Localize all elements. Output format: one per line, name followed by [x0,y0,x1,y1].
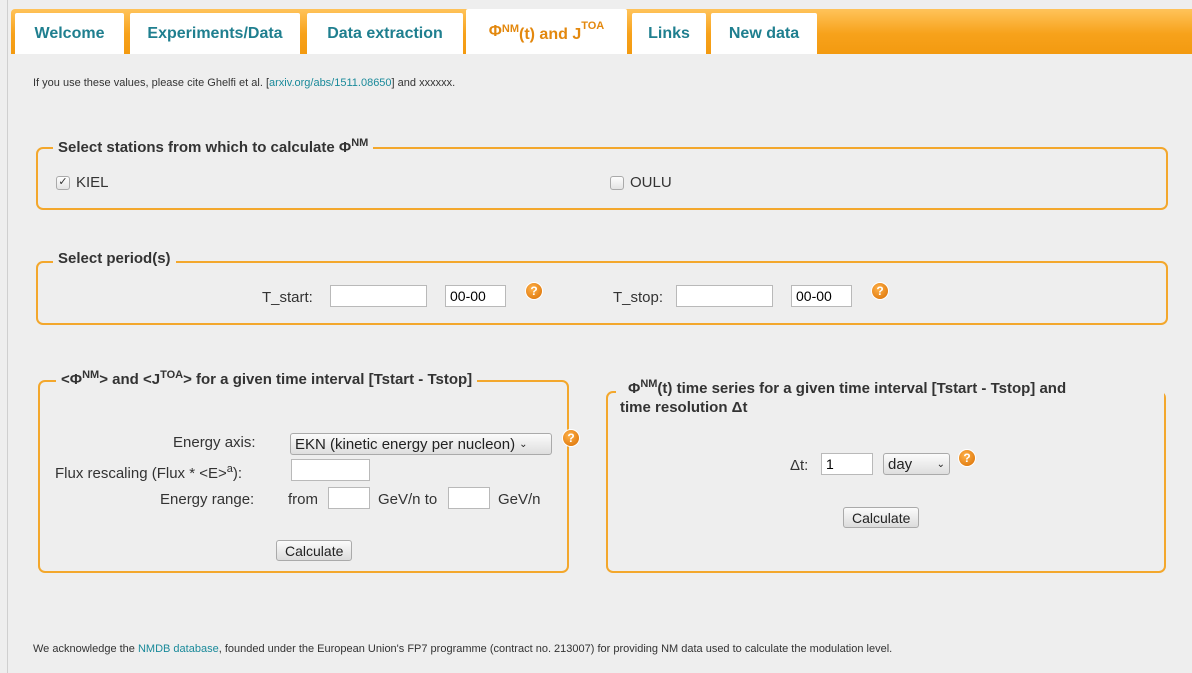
acknowledgement-text: We acknowledge the NMDB database, founde… [33,643,892,655]
chevron-down-icon: ⌄ [936,458,945,470]
energy-axis-select[interactable]: EKN (kinetic energy per nucleon) ⌄ [290,433,552,455]
stations-legend-sup: NM [351,137,369,149]
tstop-date-input[interactable] [676,285,773,307]
station-kiel[interactable]: ✓ KIEL [56,174,109,191]
series-legend-nm: NM [640,378,658,390]
series-calculate-button[interactable]: Calculate [843,507,920,528]
stations-fieldset [36,147,1168,210]
dt-label: Δt: [790,457,809,474]
series-fieldset [606,391,1166,573]
ack-suffix: , founded under the European Union's FP7… [218,643,893,655]
tstart-date-input[interactable] [330,285,427,307]
page-left-border [7,0,8,673]
oulu-checkbox[interactable] [610,175,624,190]
energy-from-input[interactable] [328,487,370,509]
unit-label: GeV/n [498,491,541,508]
interval-legend-c: > for a given time interval [Tstart - Ts… [183,371,473,388]
kiel-label: KIEL [76,174,109,191]
interval-legend: <ΦNM> and <JTOA> for a given time interv… [56,369,478,388]
oulu-label: OULU [630,174,672,191]
flux-rescaling-label: Flux rescaling (Flux * <E>a): [55,463,242,482]
series-legend-a: (t) time series for a given time interva… [657,380,1067,397]
citation-text: If you use these values, please cite Ghe… [33,77,455,89]
dt-unit-select[interactable]: day ⌄ [883,453,950,475]
series-legend: ΦNM(t) time series for a given time inte… [616,375,1164,417]
kiel-checkbox[interactable]: ✓ [56,175,70,190]
help-icon[interactable]: ? [563,430,579,446]
tab-label-toa: TOA [581,19,605,32]
tab-bar: Welcome Experiments/Data Data extraction… [11,9,1192,54]
flux-rescaling-input[interactable] [291,459,370,481]
interval-legend-b: > and <J [99,371,161,388]
help-icon[interactable]: ? [872,283,888,299]
tab-links[interactable]: Links [632,13,706,54]
interval-legend-toa: TOA [160,369,184,381]
series-legend-phi: Φ [628,380,641,397]
help-icon[interactable]: ? [959,450,975,466]
tstop-time-input[interactable] [791,285,852,307]
flux-label-pre: Flux rescaling (Flux * <E> [55,465,227,482]
energy-axis-value: EKN (kinetic energy per nucleon) [295,435,516,453]
station-oulu[interactable]: OULU [610,174,672,191]
tab-experiments-data[interactable]: Experiments/Data [130,13,300,54]
energy-range-label: Energy range: [160,491,255,508]
tab-label-phi: Φ [488,22,502,40]
ack-prefix: We acknowledge the [33,643,138,655]
interval-legend-nm: NM [82,369,100,381]
energy-axis-label: Energy axis: [173,434,256,451]
from-label: from [288,491,318,508]
series-legend-b: time resolution Δt [620,399,748,416]
interval-calculate-button[interactable]: Calculate [276,540,353,561]
tab-label-nm: NM [501,22,519,35]
tstart-label: T_start: [262,289,313,306]
unit-to-label: GeV/n to [378,491,438,508]
dt-input[interactable] [821,453,873,475]
citation-prefix: If you use these values, please cite Ghe… [33,77,270,89]
dt-unit-value: day [888,455,913,473]
tab-label-mid: (t) and J [519,25,582,43]
tab-phi-nm-and-j-toa[interactable]: Φ NM (t) and J TOA [466,9,627,54]
tstart-time-input[interactable] [445,285,506,307]
arxiv-link[interactable]: arxiv.org/abs/1511.08650 [269,77,392,89]
chevron-down-icon: ⌄ [519,438,528,450]
tstop-label: T_stop: [613,289,664,306]
citation-suffix: ] and xxxxxx. [391,77,456,89]
tab-new-data[interactable]: New data [711,13,817,54]
interval-legend-a: <Φ [61,371,83,388]
stations-legend: Select stations from which to calculate … [53,137,374,156]
help-icon[interactable]: ? [526,283,542,299]
period-legend: Select period(s) [53,250,176,267]
tab-data-extraction[interactable]: Data extraction [307,13,463,54]
energy-to-input[interactable] [448,487,490,509]
flux-label-post: ): [232,465,243,482]
tab-welcome[interactable]: Welcome [15,13,124,54]
nmdb-link[interactable]: NMDB database [138,643,219,655]
period-fieldset [36,261,1168,325]
stations-legend-text: Select stations from which to calculate … [58,139,352,156]
